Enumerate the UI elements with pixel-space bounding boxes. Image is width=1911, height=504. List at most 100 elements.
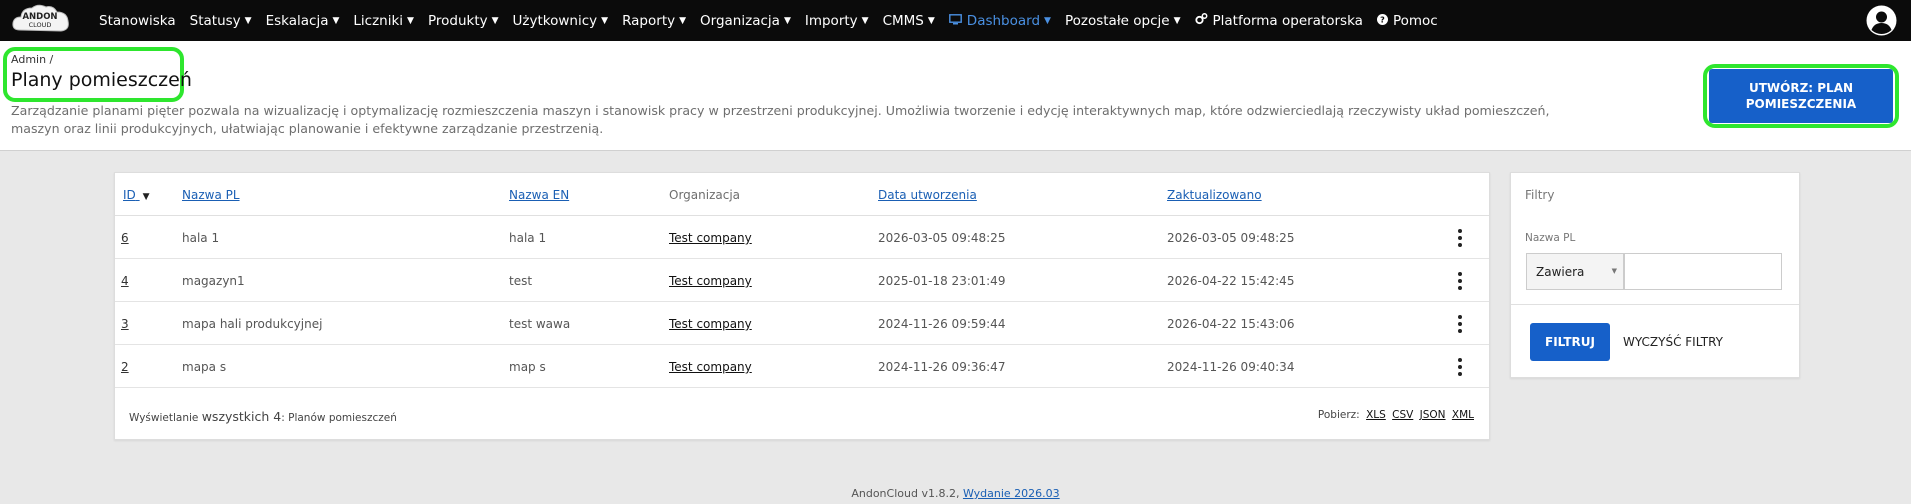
- cogs-icon: [1194, 13, 1208, 28]
- column-updated-header[interactable]: Zaktualizowano: [1167, 188, 1262, 202]
- user-circle-icon[interactable]: [1866, 5, 1897, 36]
- nav-item-stanowiska[interactable]: Stanowiska: [99, 13, 176, 29]
- caret-down-icon: ▼: [1173, 15, 1181, 26]
- nav-item-statusy[interactable]: Statusy ▼: [190, 13, 252, 29]
- cell-name-pl: mapa s: [182, 360, 227, 374]
- nav-item-label: Stanowiska: [99, 12, 176, 29]
- cell-name-en: test: [509, 274, 533, 288]
- summary-prefix: Wyświetlanie: [129, 412, 199, 424]
- table-header: ID ▼ Nazwa PL Nazwa EN Organizacja Data …: [115, 173, 1489, 216]
- caret-down-icon: ▼: [1044, 15, 1051, 26]
- nav-item-eskalacja[interactable]: Eskalacja ▼: [266, 13, 340, 29]
- nav-item-label: Pozostałe opcje: [1064, 12, 1170, 29]
- caret-down-icon: ▼: [861, 15, 869, 26]
- column-id-header[interactable]: ID ▼: [123, 188, 150, 202]
- cell-id[interactable]: 2: [121, 360, 129, 374]
- nav-item-pozostałe-opcje[interactable]: Pozostałe opcje ▼: [1065, 13, 1181, 29]
- main-menu: Stanowiska Statusy ▼ Eskalacja ▼ Liczniki ▼ Pro…: [99, 0, 1452, 41]
- table-summary: Wyświetlanie wszystkich 4: Planów pomies…: [129, 409, 397, 424]
- cell-id[interactable]: 6: [121, 231, 129, 245]
- cell-updated: 2024-11-26 09:40:34: [1167, 360, 1295, 374]
- breadcrumb[interactable]: Admin /: [11, 53, 53, 66]
- cell-id[interactable]: 3: [121, 317, 129, 331]
- nav-item-organizacja[interactable]: Organizacja ▼: [700, 13, 791, 29]
- cell-name-pl: mapa hali produkcyjnej: [182, 317, 323, 331]
- table-row: 3 mapa hali produkcyjnej test wawa Test com…: [115, 302, 1489, 345]
- page-footer: AndonCloud v1.8.2, Wydanie 2026.03: [0, 487, 1911, 500]
- nav-item-label: Użytkownicy: [512, 12, 598, 29]
- nav-item-produkty[interactable]: Produkty ▼: [428, 13, 499, 29]
- column-name-en-header[interactable]: Nazwa EN: [509, 188, 569, 202]
- cell-updated: 2026-03-05 09:48:25: [1167, 231, 1295, 245]
- version-text: AndonCloud v1.8.2,: [851, 487, 960, 500]
- filter-operator-select[interactable]: Zawiera ▼: [1526, 253, 1624, 290]
- cell-created: 2024-11-26 09:59:44: [878, 317, 1006, 331]
- page-header: Admin / Plany pomieszczeń Zarządzanie pl…: [0, 41, 1911, 151]
- cell-organization-link[interactable]: Test company: [669, 231, 752, 245]
- cell-name-en: map s: [509, 360, 546, 374]
- cell-id[interactable]: 4: [121, 274, 129, 288]
- nav-item-użytkownicy[interactable]: Użytkownicy ▼: [513, 13, 609, 29]
- filter-value-input[interactable]: [1624, 253, 1782, 290]
- nav-item-label: CMMS: [882, 12, 924, 29]
- row-actions-kebab-icon[interactable]: [1456, 315, 1464, 333]
- cell-updated: 2026-04-22 15:42:45: [1167, 274, 1295, 288]
- download-csv-link[interactable]: CSV: [1392, 409, 1413, 421]
- filter-name-pl-label: Nazwa PL: [1525, 232, 1576, 244]
- clear-filters-button[interactable]: WYCZYŚĆ FILTRY: [1623, 335, 1723, 349]
- cell-organization-link[interactable]: Test company: [669, 317, 752, 331]
- apply-filter-button[interactable]: FILTRUJ: [1530, 323, 1610, 361]
- table-row: 4 magazyn1 test Test company 2025-01-18 23:0…: [115, 259, 1489, 302]
- column-organization-header: Organizacja: [669, 188, 741, 202]
- summary-count: wszystkich 4: [201, 409, 282, 424]
- nav-item-label: Raporty: [622, 12, 676, 29]
- caret-down-icon: ▼: [927, 15, 935, 26]
- cell-created: 2024-11-26 09:36:47: [878, 360, 1006, 374]
- column-created-header[interactable]: Data utworzenia: [878, 188, 977, 202]
- question-circle-icon: ?: [1376, 13, 1388, 28]
- svg-text:?: ?: [1380, 15, 1385, 24]
- column-name-pl-header[interactable]: Nazwa PL: [182, 188, 240, 202]
- summary-suffix: : Planów pomieszczeń: [281, 412, 397, 424]
- nav-item-liczniki[interactable]: Liczniki ▼: [353, 13, 414, 29]
- nav-item-raporty[interactable]: Raporty ▼: [622, 13, 686, 29]
- table-row: 2 mapa s map s Test company 2024-11-26 09:36…: [115, 345, 1489, 388]
- cell-name-en: test wawa: [509, 317, 571, 331]
- sort-desc-icon: ▼: [142, 192, 150, 202]
- filter-operator-value: Zawiera: [1536, 265, 1585, 279]
- download-xml-link[interactable]: XML: [1452, 409, 1474, 421]
- caret-down-icon: ▼: [244, 15, 252, 26]
- nav-item-label: Eskalacja: [265, 12, 329, 29]
- caret-down-icon: ▼: [407, 15, 414, 26]
- cell-created: 2026-03-05 09:48:25: [878, 231, 1006, 245]
- download-label: Pobierz:: [1317, 409, 1360, 421]
- nav-item-label: Liczniki: [353, 12, 404, 29]
- caret-down-icon: ▼: [679, 15, 687, 26]
- row-actions-kebab-icon[interactable]: [1456, 358, 1464, 376]
- filters-title: Filtry: [1525, 188, 1555, 202]
- logo-text-bottom: CLOUD: [29, 21, 52, 29]
- download-xls-link[interactable]: XLS: [1366, 409, 1386, 421]
- cell-organization-link[interactable]: Test company: [669, 360, 752, 374]
- table-row: 6 hala 1 hala 1 Test company 2026-03-05 09:4…: [115, 216, 1489, 259]
- caret-down-icon: ▼: [332, 15, 340, 26]
- nav-item-pomoc[interactable]: ? Pomoc: [1376, 13, 1438, 29]
- nav-item-cmms[interactable]: CMMS ▼: [883, 13, 935, 29]
- download-json-link[interactable]: JSON: [1420, 409, 1446, 421]
- chevron-down-icon: ▼: [1611, 267, 1617, 275]
- nav-item-platforma-operatorska[interactable]: Platforma operatorska: [1194, 12, 1363, 29]
- monitor-icon: [948, 13, 962, 28]
- caret-down-icon: ▼: [601, 15, 609, 26]
- release-notes-link[interactable]: Wydanie 2026.03: [963, 487, 1060, 500]
- nav-item-label: Platforma operatorska: [1212, 12, 1363, 29]
- row-actions-kebab-icon[interactable]: [1456, 229, 1464, 247]
- create-floor-plan-button[interactable]: UTWÓRZ: PLAN POMIESZCZENIA: [1709, 69, 1893, 123]
- nav-item-importy[interactable]: Importy ▼: [805, 13, 869, 29]
- nav-item-label: Importy: [804, 12, 858, 29]
- cell-updated: 2026-04-22 15:43:06: [1167, 317, 1295, 331]
- filters-divider: [1511, 304, 1799, 305]
- nav-item-dashboard[interactable]: Dashboard ▼: [948, 13, 1051, 29]
- cell-organization-link[interactable]: Test company: [669, 274, 752, 288]
- row-actions-kebab-icon[interactable]: [1456, 272, 1464, 290]
- andon-cloud-logo[interactable]: ANDON CLOUD: [10, 2, 72, 38]
